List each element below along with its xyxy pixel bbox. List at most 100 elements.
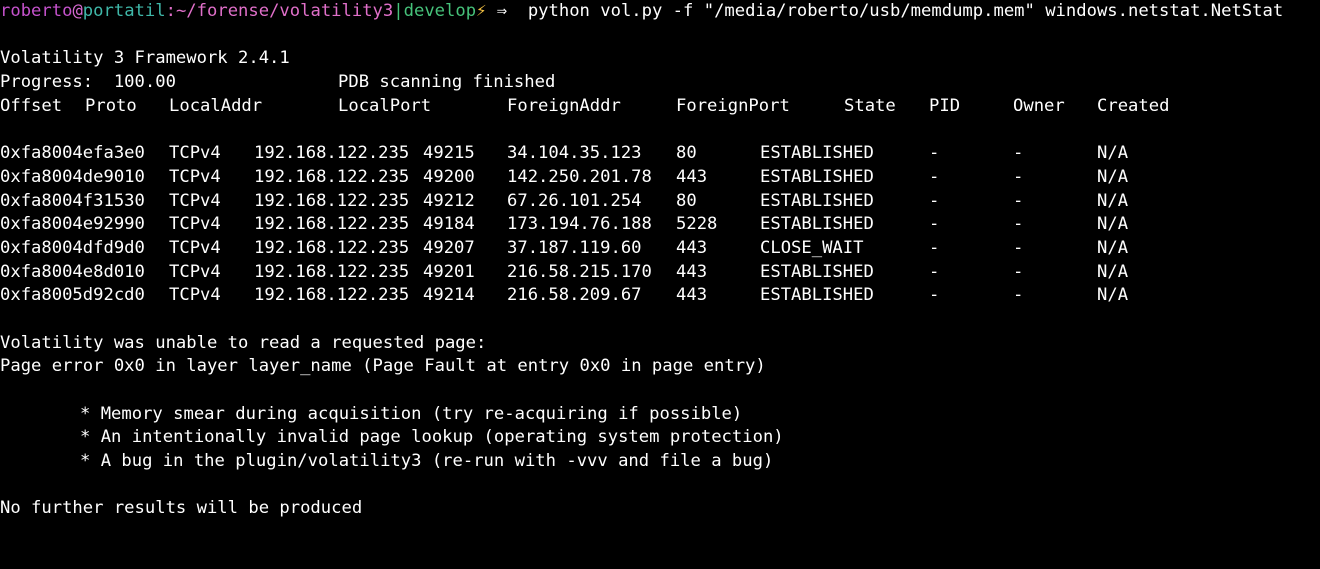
cell-foreignport: 443 [676, 285, 708, 306]
cell-localport: 49212 [423, 190, 475, 211]
cell-localport: 49201 [423, 261, 475, 282]
table-row: 0xfa8005d92cd0 TCPv4 192.168.122.235 492… [0, 284, 1320, 308]
final-message: No further results will be produced [0, 498, 363, 519]
cell-state: ESTABLISHED [760, 214, 874, 235]
framework-version: Volatility 3 Framework 2.4.1 [0, 48, 290, 69]
cell-localaddr: 192.168.122.235 [254, 261, 410, 282]
cell-created: N/A [1097, 166, 1129, 187]
header-pid: PID [929, 95, 961, 116]
progress-label: Progress: 100.00 [0, 72, 176, 93]
cell-state: CLOSE_WAIT [760, 237, 864, 258]
table-row: 0xfa8004e8d010 TCPv4 192.168.122.235 492… [0, 261, 1320, 285]
cell-state: ESTABLISHED [760, 285, 874, 306]
cell-localaddr: 192.168.122.235 [254, 214, 410, 235]
error-bullet: * A bug in the plugin/volatility3 (re-ru… [80, 451, 774, 472]
cell-offset: 0xfa8004dfd9d0 [0, 237, 145, 258]
cell-foreignaddr: 216.58.215.170 [507, 261, 652, 282]
table-row: 0xfa8004e92990 TCPv4 192.168.122.235 491… [0, 213, 1320, 237]
prompt-line: roberto@portatil:~/forense/volatility3|d… [0, 0, 1320, 24]
header-proto: Proto [85, 95, 137, 116]
cell-proto: TCPv4 [169, 190, 221, 211]
cell-owner: - [1013, 261, 1024, 282]
prompt-pipe: | [393, 1, 404, 21]
cell-created: N/A [1097, 237, 1129, 258]
cell-localport: 49184 [423, 214, 475, 235]
cell-owner: - [1013, 237, 1024, 258]
cell-offset: 0xfa8004e92990 [0, 214, 145, 235]
cell-offset: 0xfa8004de9010 [0, 166, 145, 187]
cell-localaddr: 192.168.122.235 [254, 237, 410, 258]
prompt-arrow: ⇒ [486, 1, 518, 21]
cell-pid: - [929, 214, 940, 235]
cell-proto: TCPv4 [169, 237, 221, 258]
cell-owner: - [1013, 285, 1024, 306]
cell-foreignaddr: 67.26.101.254 [507, 190, 642, 211]
cell-proto: TCPv4 [169, 143, 221, 164]
cell-foreignport: 443 [676, 261, 708, 282]
cell-pid: - [929, 285, 940, 306]
cell-owner: - [1013, 214, 1024, 235]
cell-localaddr: 192.168.122.235 [254, 166, 410, 187]
terminal-window[interactable]: roberto@portatil:~/forense/volatility3|d… [0, 0, 1320, 522]
cell-foreignport: 80 [676, 143, 697, 164]
cell-localaddr: 192.168.122.235 [254, 285, 410, 306]
prompt-separator: : [165, 1, 176, 21]
cell-foreignaddr: 216.58.209.67 [507, 285, 642, 306]
cell-created: N/A [1097, 214, 1129, 235]
table-header: Offset Proto LocalAddr LocalPort Foreign… [0, 95, 1320, 119]
cell-created: N/A [1097, 261, 1129, 282]
cell-pid: - [929, 166, 940, 187]
cell-pid: - [929, 237, 940, 258]
cell-foreignaddr: 142.250.201.78 [507, 166, 652, 187]
header-localport: LocalPort [338, 95, 432, 116]
cell-localport: 49207 [423, 237, 475, 258]
cell-foreignport: 443 [676, 166, 708, 187]
cell-owner: - [1013, 143, 1024, 164]
cell-owner: - [1013, 166, 1024, 187]
header-state: State [844, 95, 896, 116]
cell-offset: 0xfa8004f31530 [0, 190, 145, 211]
prompt-host: portatil [82, 1, 166, 21]
cell-state: ESTABLISHED [760, 261, 874, 282]
cell-foreignaddr: 37.187.119.60 [507, 237, 642, 258]
error-title: Volatility was unable to read a requeste… [0, 332, 487, 353]
cell-proto: TCPv4 [169, 261, 221, 282]
command-text: python vol.py -f "/media/roberto/usb/mem… [517, 1, 1284, 21]
cell-state: ESTABLISHED [760, 143, 874, 164]
cell-foreignaddr: 34.104.35.123 [507, 143, 642, 164]
prompt-branch: develop [403, 1, 477, 21]
cell-localaddr: 192.168.122.235 [254, 143, 410, 164]
header-foreignaddr: ForeignAddr [507, 95, 621, 116]
cell-offset: 0xfa8005d92cd0 [0, 285, 145, 306]
bolt-icon: ⚡ [476, 1, 487, 21]
header-created: Created [1097, 95, 1170, 116]
cell-localaddr: 192.168.122.235 [254, 190, 410, 211]
cell-offset: 0xfa8004e8d010 [0, 261, 145, 282]
prompt-user: roberto [0, 1, 73, 21]
cell-created: N/A [1097, 143, 1129, 164]
progress-line: Progress: 100.00 PDB scanning finished [0, 71, 1320, 95]
table-row: 0xfa8004f31530 TCPv4 192.168.122.235 492… [0, 190, 1320, 214]
header-offset: Offset [0, 95, 63, 116]
cell-pid: - [929, 261, 940, 282]
cell-localport: 49214 [423, 285, 475, 306]
cell-proto: TCPv4 [169, 166, 221, 187]
cell-offset: 0xfa8004efa3e0 [0, 143, 145, 164]
cell-pid: - [929, 190, 940, 211]
header-owner: Owner [1013, 95, 1065, 116]
cell-foreignport: 443 [676, 237, 708, 258]
header-foreignport: ForeignPort [676, 95, 790, 116]
cell-foreignport: 80 [676, 190, 697, 211]
cell-owner: - [1013, 190, 1024, 211]
header-localaddr: LocalAddr [169, 95, 263, 116]
error-detail: Page error 0x0 in layer layer_name (Page… [0, 356, 766, 377]
prompt-at: @ [72, 1, 83, 21]
cell-proto: TCPv4 [169, 285, 221, 306]
table-row: 0xfa8004de9010 TCPv4 192.168.122.235 492… [0, 166, 1320, 190]
prompt-path: ~/forense/volatility3 [175, 1, 394, 21]
